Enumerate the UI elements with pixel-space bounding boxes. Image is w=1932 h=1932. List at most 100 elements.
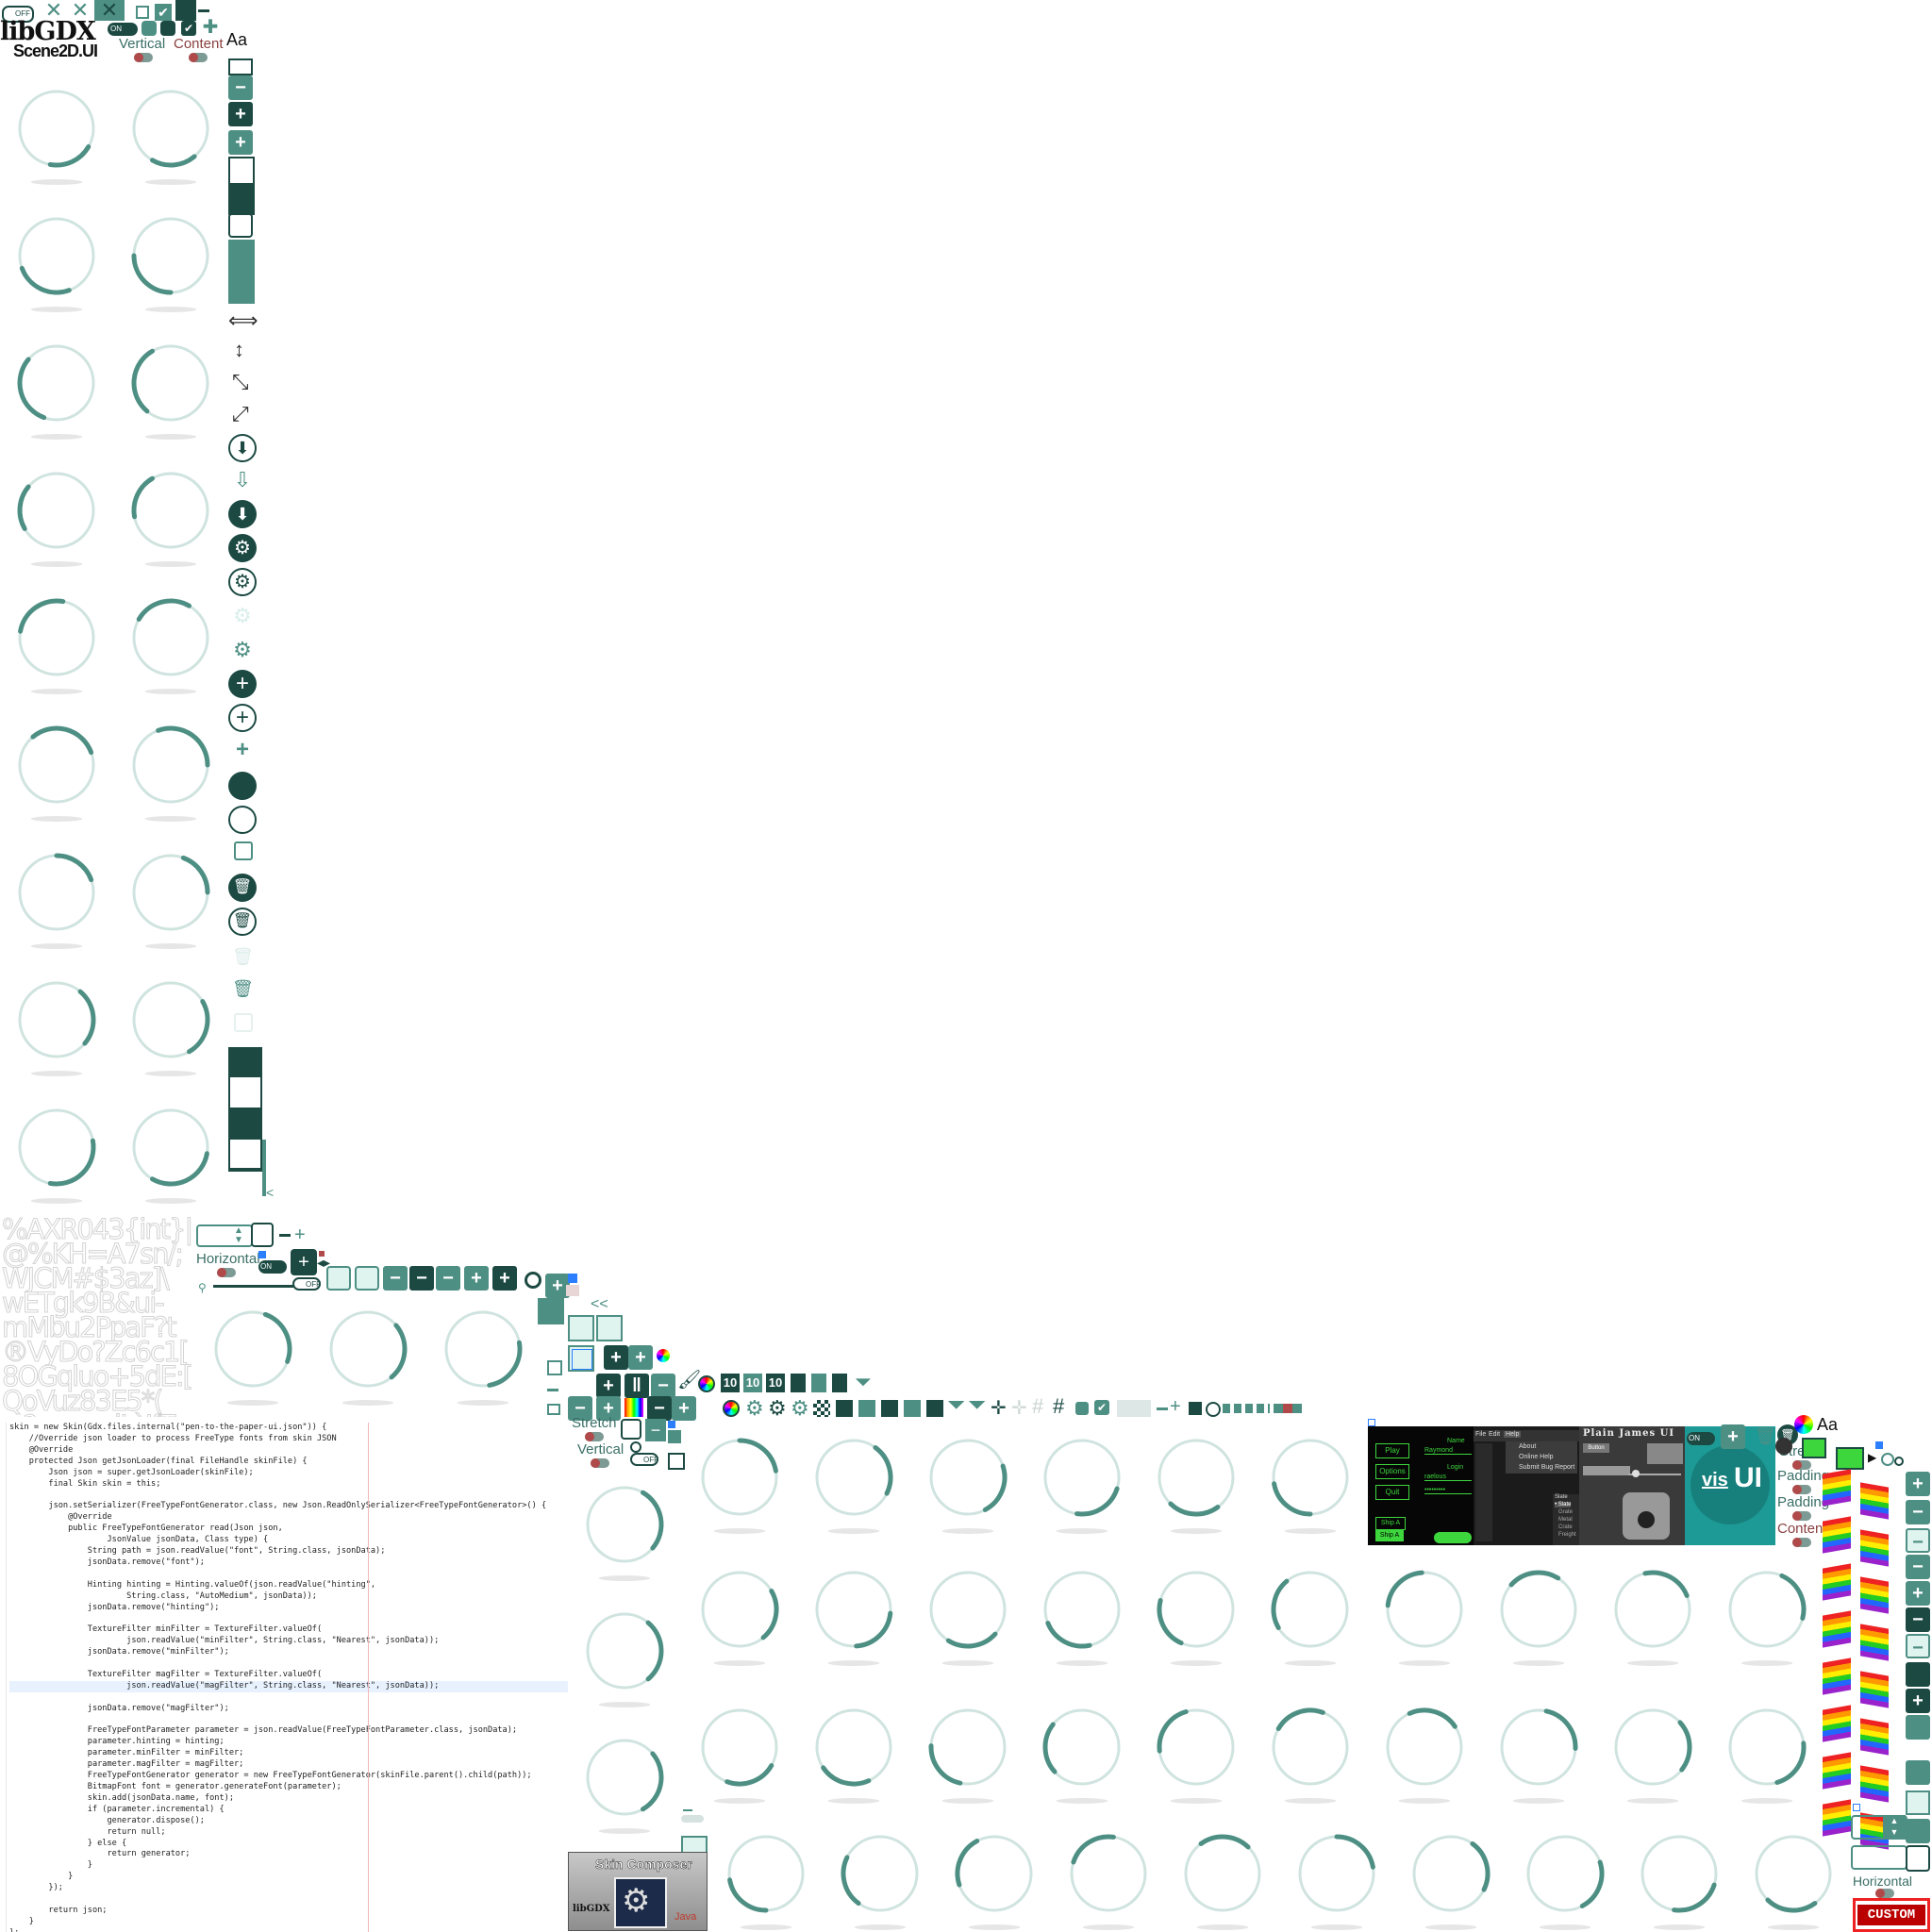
spinner-right-2[interactable] bbox=[1851, 1845, 1907, 1870]
radio-right-icon[interactable] bbox=[1881, 1453, 1894, 1466]
color-wheel-icon[interactable] bbox=[657, 1349, 670, 1362]
copy-outline-icon[interactable] bbox=[228, 806, 257, 834]
file-icon[interactable] bbox=[791, 1374, 806, 1392]
gear-filled-icon[interactable]: ⚙ bbox=[228, 534, 257, 562]
preview-plain-knob[interactable] bbox=[1632, 1470, 1640, 1477]
preview-password-value[interactable]: ••••••••• bbox=[1424, 1487, 1472, 1494]
minus-icon[interactable] bbox=[279, 1234, 291, 1237]
split-pane-vertical[interactable] bbox=[228, 1047, 262, 1109]
gear-icon[interactable]: ⚙ bbox=[232, 640, 253, 660]
plus-button-f[interactable]: + bbox=[596, 1374, 621, 1398]
spinner-arrows-icon[interactable]: ▲ ▼ bbox=[234, 1226, 243, 1245]
preview-list-freight[interactable]: Freight bbox=[1558, 1532, 1576, 1538]
preview-item-about[interactable]: About bbox=[1519, 1443, 1536, 1450]
preview-list-metal[interactable]: Metal bbox=[1558, 1517, 1573, 1523]
preview-green-slider[interactable] bbox=[1434, 1532, 1472, 1543]
download-circle-icon[interactable]: ⬇ bbox=[228, 434, 257, 462]
dark-button-right[interactable] bbox=[1906, 1662, 1930, 1687]
toggle-on-small[interactable]: ON bbox=[258, 1260, 287, 1274]
minus-button-b[interactable]: − bbox=[409, 1266, 434, 1291]
input-box-right[interactable] bbox=[1906, 1845, 1930, 1872]
gear-icon-c[interactable]: ⚙ bbox=[791, 1396, 809, 1421]
minus-small-icon[interactable] bbox=[547, 1389, 558, 1391]
teal-button-right-2[interactable] bbox=[1906, 1760, 1930, 1785]
add-filled-icon[interactable]: + bbox=[228, 670, 257, 698]
preview-options-button[interactable]: Options bbox=[1375, 1464, 1409, 1479]
radio-right-small-icon[interactable] bbox=[1894, 1457, 1904, 1466]
spinner-right-arrows[interactable]: ▲ ▼ bbox=[1883, 1815, 1906, 1840]
preview-list-grate[interactable]: Grate bbox=[1558, 1509, 1573, 1515]
trash-icon[interactable]: 🗑 bbox=[232, 977, 254, 1000]
number-icon-3[interactable]: 10 bbox=[766, 1374, 785, 1392]
horizontal-switch[interactable] bbox=[217, 1268, 236, 1277]
checkbox-checked[interactable]: ✔ bbox=[155, 4, 172, 21]
preview-list-item-2[interactable]: Ship A bbox=[1375, 1530, 1404, 1541]
grid-icon-c[interactable] bbox=[881, 1400, 898, 1417]
minus-button-right-1[interactable]: − bbox=[1906, 1500, 1930, 1524]
crosshair-icon[interactable]: ✛ bbox=[991, 1396, 1007, 1420]
grid-icon-e[interactable] bbox=[926, 1400, 943, 1417]
plus-button-d[interactable]: + bbox=[628, 1345, 653, 1370]
plus-button-right-3[interactable]: + bbox=[1906, 1689, 1930, 1713]
stretch-switch[interactable] bbox=[585, 1432, 604, 1441]
number-icon-1[interactable]: 10 bbox=[721, 1374, 740, 1392]
minus-thin-icon[interactable] bbox=[1157, 1407, 1168, 1410]
pause-button[interactable]: ‖ bbox=[625, 1374, 649, 1398]
outline-button-2[interactable] bbox=[355, 1266, 379, 1291]
code-editor[interactable]: skin = new Skin(Gdx.files.internal("pen-… bbox=[0, 1423, 568, 1932]
minus-icon[interactable] bbox=[198, 9, 209, 12]
plus-button-right-1[interactable]: + bbox=[1906, 1472, 1930, 1496]
grid-icon-a[interactable] bbox=[836, 1400, 853, 1417]
vertical-mid-switch[interactable] bbox=[591, 1458, 609, 1468]
number-icon-2[interactable]: 10 bbox=[743, 1374, 762, 1392]
horizontal-switch-right[interactable] bbox=[1875, 1889, 1894, 1898]
empty-square-button[interactable] bbox=[228, 213, 253, 238]
trash-filled-icon[interactable]: 🗑 bbox=[228, 874, 257, 902]
teal-button-right[interactable] bbox=[1906, 1715, 1930, 1740]
move-icon[interactable]: ✚ bbox=[202, 18, 219, 37]
square-dark-button[interactable] bbox=[175, 0, 196, 21]
hash-icon[interactable]: # bbox=[1053, 1394, 1064, 1419]
plus-button-preview[interactable]: + bbox=[1721, 1424, 1745, 1449]
small-square-button[interactable] bbox=[668, 1430, 681, 1443]
grid-icon-b[interactable] bbox=[858, 1400, 875, 1417]
input-box[interactable] bbox=[251, 1223, 274, 1247]
outline-button-1[interactable] bbox=[326, 1266, 351, 1291]
plus-button[interactable]: + bbox=[228, 130, 253, 155]
toggle-off-mid[interactable]: OFF bbox=[630, 1453, 658, 1466]
resize-diagonal-alt-icon[interactable]: ⤢ bbox=[232, 404, 253, 425]
rounded-square-dark-button[interactable] bbox=[160, 21, 175, 36]
preview-name-value[interactable]: Raymond bbox=[1424, 1447, 1472, 1455]
preview-login-value[interactable]: raelous bbox=[1424, 1474, 1472, 1481]
plus-button-a[interactable]: + bbox=[464, 1266, 489, 1291]
preview-play-button[interactable]: Play bbox=[1375, 1443, 1409, 1458]
checker-icon-a[interactable] bbox=[813, 1400, 830, 1417]
circle-outline-icon[interactable] bbox=[1206, 1402, 1221, 1417]
copy-filled-icon[interactable] bbox=[228, 772, 257, 800]
input-box-mid[interactable] bbox=[621, 1419, 641, 1440]
trash-small-icon[interactable]: 🗑 bbox=[1755, 1426, 1776, 1446]
color-picker-icon[interactable] bbox=[698, 1375, 715, 1392]
check-box-icon[interactable]: ✔ bbox=[1094, 1400, 1109, 1415]
search-icon[interactable]: ⚲ bbox=[198, 1281, 207, 1294]
color-wheel-small-icon[interactable] bbox=[723, 1400, 740, 1417]
preview-quit-button[interactable]: Quit bbox=[1375, 1485, 1409, 1500]
file-paste-icon[interactable] bbox=[832, 1374, 847, 1392]
preview-list-crate[interactable]: Crate bbox=[1558, 1524, 1573, 1530]
preview-item-online-help[interactable]: Online Help bbox=[1519, 1454, 1554, 1460]
color-wheel-right-icon[interactable] bbox=[1794, 1415, 1813, 1434]
plus-small-icon[interactable]: + bbox=[1170, 1396, 1181, 1418]
selection-box[interactable] bbox=[572, 1349, 592, 1370]
trash-outline-icon[interactable]: 🗑 bbox=[228, 908, 257, 936]
teal-button-right-3[interactable] bbox=[1906, 1819, 1930, 1843]
download-icon[interactable]: ⇩ bbox=[232, 468, 253, 492]
minus-button-right-5[interactable]: − bbox=[1906, 1634, 1930, 1658]
padding-switch-2[interactable] bbox=[1792, 1511, 1811, 1521]
toggle-off-small[interactable]: OFF bbox=[292, 1277, 321, 1291]
checkbox-empty[interactable] bbox=[136, 6, 149, 19]
chevron-left-icon[interactable]: < bbox=[266, 1185, 274, 1200]
copy-icon[interactable] bbox=[234, 841, 253, 860]
plus-button-dark[interactable]: + bbox=[228, 102, 253, 126]
plus-button-e[interactable]: + bbox=[604, 1345, 628, 1370]
window-controls[interactable] bbox=[228, 240, 255, 304]
